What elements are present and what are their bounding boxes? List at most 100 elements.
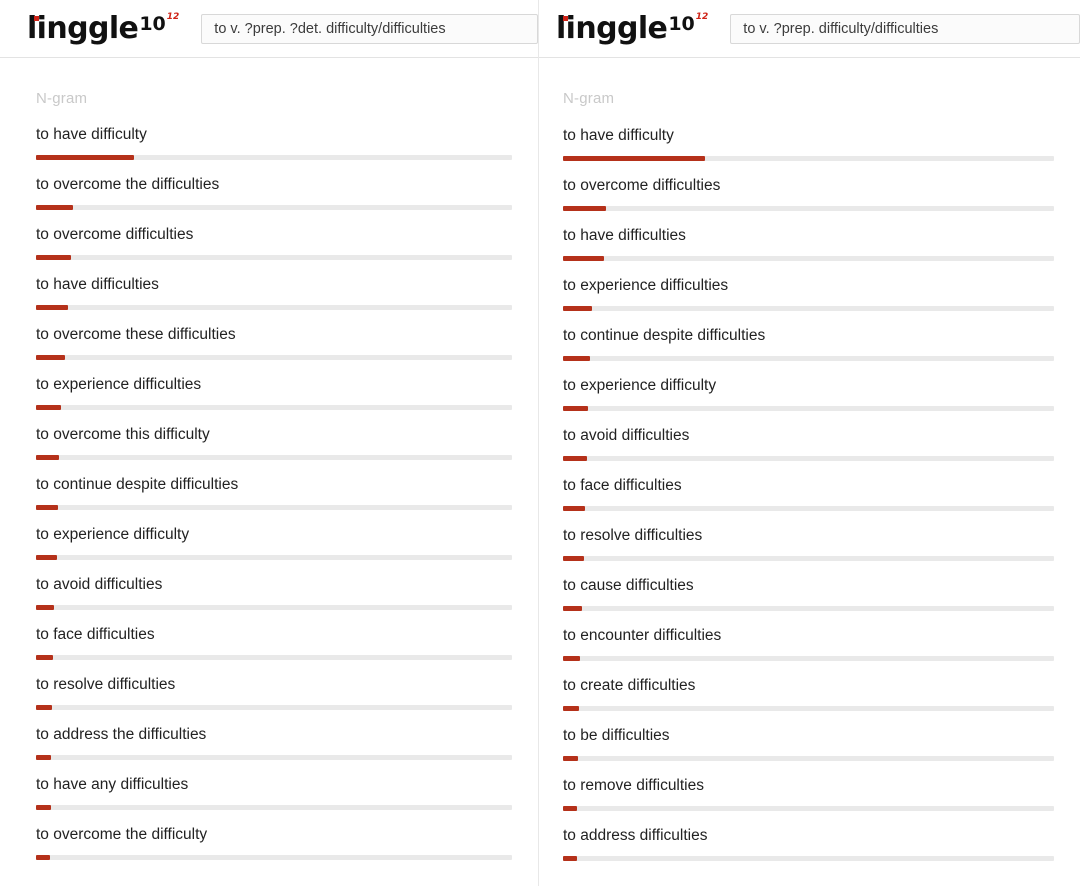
ngram-row[interactable]: to avoid difficulties: [563, 427, 1054, 477]
frequency-bar-track: [563, 156, 1054, 161]
ngram-label: to experience difficulties: [563, 277, 729, 294]
frequency-bar-track: [563, 456, 1054, 461]
ngram-row[interactable]: to address the difficulties: [36, 726, 512, 776]
ngram-row[interactable]: to overcome this difficulty: [36, 426, 512, 476]
ngram-row[interactable]: to encounter difficulties: [563, 627, 1054, 677]
ngram-label: to encounter difficulties: [563, 627, 722, 644]
ngram-row[interactable]: to have difficulty: [563, 127, 1054, 177]
column-header-ngram-left: N-gram: [36, 90, 88, 107]
ngram-label: to cause difficulties: [563, 577, 694, 594]
logo-superscript: 12: [695, 11, 709, 22]
frequency-bar-track: [36, 655, 512, 660]
ngram-list-left: N-gram to have difficulty to overcome the…: [0, 58, 538, 876]
ngram-row[interactable]: to be difficulties: [563, 727, 1054, 777]
header-right: linggle 10 12 to v. ?prep. difficulty/di…: [538, 0, 1080, 58]
frequency-bar-fill: [563, 656, 581, 661]
ngram-label: to experience difficulty: [36, 526, 190, 543]
ngram-label: to continue despite difficulties: [563, 327, 766, 344]
frequency-bar-track: [36, 555, 512, 560]
frequency-bar-track: [563, 356, 1054, 361]
ngram-label: to face difficulties: [36, 626, 155, 643]
ngram-label: to continue despite difficulties: [36, 476, 239, 493]
ngram-row[interactable]: to overcome the difficulty: [36, 826, 512, 876]
ngram-row[interactable]: to experience difficulties: [36, 376, 512, 426]
search-input-right[interactable]: to v. ?prep. difficulty/difficulties: [730, 13, 1080, 44]
frequency-bar-fill: [563, 256, 605, 261]
ngram-label: to resolve difficulties: [563, 527, 703, 544]
frequency-bar-fill: [563, 306, 593, 311]
linggle-logo-left[interactable]: linggle 10 12: [27, 10, 180, 46]
frequency-bar-track: [36, 255, 512, 260]
ngram-row[interactable]: to resolve difficulties: [36, 676, 512, 726]
frequency-bar-fill: [36, 405, 61, 410]
ngram-label: to address difficulties: [563, 827, 708, 844]
comparison-screen: linggle 10 12 to v. ?prep. ?det. difficu…: [0, 0, 1080, 886]
frequency-bar-fill: [36, 655, 54, 660]
search-query-text-left: to v. ?prep. ?det. difficulty/difficulti…: [214, 20, 446, 37]
frequency-bar-fill: [36, 505, 58, 510]
ngram-label: to overcome difficulties: [563, 177, 721, 194]
ngram-label: to overcome difficulties: [36, 226, 194, 243]
frequency-bar-fill: [36, 755, 52, 760]
frequency-bar-track: [563, 506, 1054, 511]
frequency-bar-fill: [563, 156, 706, 161]
frequency-bar-track: [563, 556, 1054, 561]
ngram-row[interactable]: to have any difficulties: [36, 776, 512, 826]
frequency-bar-fill: [36, 255, 71, 260]
ngram-row[interactable]: to continue despite difficulties: [36, 476, 512, 526]
frequency-bar-fill: [36, 155, 134, 160]
ngram-row[interactable]: to address difficulties: [563, 827, 1054, 877]
logo-superscript: 12: [166, 11, 180, 22]
ngram-row[interactable]: to face difficulties: [563, 477, 1054, 527]
frequency-bar-fill: [563, 556, 584, 561]
frequency-bar-track: [36, 755, 512, 760]
ngram-row[interactable]: to continue despite difficulties: [563, 327, 1054, 377]
ngram-label: to have difficulty: [36, 126, 147, 143]
ngram-label: to overcome these difficulties: [36, 326, 236, 343]
ngram-row[interactable]: to create difficulties: [563, 677, 1054, 727]
ngram-row[interactable]: to have difficulties: [563, 227, 1054, 277]
ngram-row[interactable]: to cause difficulties: [563, 577, 1054, 627]
logo-word-text: linggle: [27, 10, 139, 46]
ngram-row[interactable]: to overcome the difficulties: [36, 176, 512, 226]
frequency-bar-fill: [563, 606, 582, 611]
linggle-logo-right[interactable]: linggle 10 12: [556, 11, 709, 44]
ngram-row[interactable]: to have difficulties: [36, 276, 512, 326]
header-left: linggle 10 12 to v. ?prep. ?det. difficu…: [0, 0, 538, 58]
frequency-bar-fill: [563, 506, 586, 511]
ngram-row[interactable]: to experience difficulty: [36, 526, 512, 576]
frequency-bar-track: [563, 806, 1054, 811]
logo-exponent: 10: [139, 12, 166, 35]
ngram-row[interactable]: to overcome difficulties: [36, 226, 512, 276]
ngram-row[interactable]: to have difficulty: [36, 126, 512, 176]
ngram-label: to have difficulty: [563, 127, 674, 144]
ngram-row[interactable]: to experience difficulties: [563, 277, 1054, 327]
ngram-label: to be difficulties: [563, 727, 670, 744]
ngram-label: to avoid difficulties: [563, 427, 690, 444]
ngram-row[interactable]: to experience difficulty: [563, 377, 1054, 427]
ngram-row[interactable]: to overcome difficulties: [563, 177, 1054, 227]
ngram-row[interactable]: to face difficulties: [36, 626, 512, 676]
frequency-bar-fill: [36, 205, 74, 210]
ngram-row[interactable]: to avoid difficulties: [36, 576, 512, 626]
frequency-bar-track: [36, 305, 512, 310]
frequency-bar-track: [36, 205, 512, 210]
search-input-left[interactable]: to v. ?prep. ?det. difficulty/difficulti…: [201, 13, 538, 44]
frequency-bar-track: [36, 505, 512, 510]
frequency-bar-track: [563, 256, 1054, 261]
frequency-bar-fill: [36, 355, 66, 360]
ngram-row[interactable]: to resolve difficulties: [563, 527, 1054, 577]
ngram-row[interactable]: to remove difficulties: [563, 777, 1054, 827]
frequency-bar-fill: [36, 805, 51, 810]
ngram-label: to have any difficulties: [36, 776, 189, 793]
search-query-text-right: to v. ?prep. difficulty/difficulties: [743, 20, 939, 37]
ngram-label: to experience difficulty: [563, 377, 717, 394]
frequency-bar-fill: [563, 806, 578, 811]
frequency-bar-fill: [36, 555, 57, 560]
ngram-rows-left: to have difficulty to overcome the diffic…: [36, 126, 512, 876]
ngram-row[interactable]: to overcome these difficulties: [36, 326, 512, 376]
frequency-bar-fill: [563, 406, 588, 411]
frequency-bar-fill: [36, 305, 68, 310]
logo-exponent: 10: [668, 12, 695, 35]
frequency-bar-track: [563, 306, 1054, 311]
